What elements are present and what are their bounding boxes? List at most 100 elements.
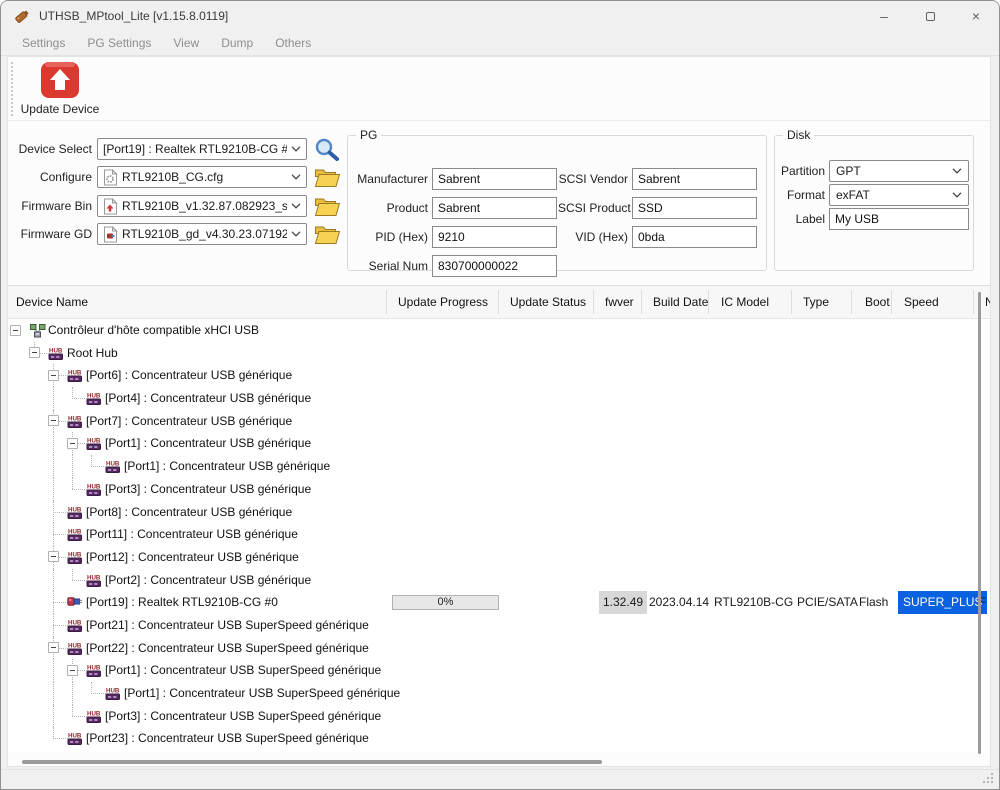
hub-icon: HUB [105, 459, 122, 474]
field-partition: PartitionGPT [775, 160, 969, 182]
firmware-gd-value: RTL9210B_gd_v4.30.23.071922.bin [122, 227, 287, 241]
pid-hex-input[interactable] [432, 226, 557, 248]
hub-icon: HUB [86, 709, 103, 724]
resize-grip-icon[interactable] [981, 771, 995, 788]
close-button[interactable]: × [953, 1, 999, 31]
cell-ic-model: RTL9210B-CG [714, 591, 793, 614]
tree-row[interactable]: HUB[Port8] : Concentrateur USB générique [8, 501, 990, 524]
column-header-speed[interactable]: Speed [904, 286, 939, 318]
scsi-vendor-input[interactable] [632, 168, 757, 190]
search-device-button[interactable] [314, 137, 341, 162]
tree-row-device[interactable]: [Port19] : Realtek RTL9210B-CG #00%1.32.… [8, 591, 990, 614]
column-separator[interactable] [593, 290, 594, 314]
tree-node-label: [Port19] : Realtek RTL9210B-CG #0 [86, 591, 278, 614]
column-header-n[interactable]: N [985, 286, 990, 318]
menu-item-others[interactable]: Others [264, 36, 322, 50]
column-header-fwver[interactable]: fwver [605, 286, 634, 318]
tree-row[interactable]: HUB[Port3] : Concentrateur USB SuperSpee… [8, 705, 990, 728]
tree-collapse-toggle[interactable] [29, 347, 40, 358]
pg-group-title: PG [356, 128, 381, 142]
column-header-device-name[interactable]: Device Name [16, 286, 88, 318]
partition-dropdown[interactable]: GPT [829, 160, 969, 182]
tree-row[interactable]: HUB[Port1] : Concentrateur USB générique [8, 455, 990, 478]
tree-connector [72, 716, 87, 717]
tree-row[interactable]: HUB[Port12] : Concentrateur USB génériqu… [8, 546, 990, 569]
device-select-dropdown[interactable]: [Port19] : Realtek RTL9210B-CG #0 [97, 138, 307, 160]
update-device-button[interactable]: Update Device [20, 60, 100, 120]
firmware-file-icon [103, 198, 118, 215]
firmware-gd-dropdown[interactable]: RTL9210B_gd_v4.30.23.071922.bin [97, 223, 307, 245]
tree-connector [53, 602, 68, 603]
tree-row[interactable]: HUB[Port1] : Concentrateur USB générique [8, 432, 990, 455]
hub-icon: HUB [105, 686, 122, 701]
tree-row[interactable]: HUB[Port2] : Concentrateur USB générique [8, 569, 990, 592]
svg-text:HUB: HUB [106, 461, 120, 468]
tree-collapse-toggle[interactable] [48, 642, 59, 653]
manufacturer-input[interactable] [432, 168, 557, 190]
tree-row[interactable]: HUB[Port7] : Concentrateur USB générique [8, 410, 990, 433]
maximize-button[interactable] [907, 1, 953, 31]
tree-collapse-toggle[interactable] [10, 325, 21, 336]
column-header-boot[interactable]: Boot [865, 286, 890, 318]
tree-connector [53, 512, 68, 513]
format-dropdown[interactable]: exFAT [829, 184, 969, 206]
tree-row[interactable]: HUB[Port1] : Concentrateur USB SuperSpee… [8, 682, 990, 705]
tree-connector [53, 387, 54, 410]
configure-browse-button[interactable] [314, 167, 341, 188]
tree-row[interactable]: HUB[Port1] : Concentrateur USB SuperSpee… [8, 659, 990, 682]
vid-hex-input[interactable] [632, 226, 757, 248]
tree-row[interactable]: HUB[Port3] : Concentrateur USB générique [8, 478, 990, 501]
menu-item-view[interactable]: View [162, 36, 210, 50]
menu-item-dump[interactable]: Dump [210, 36, 264, 50]
column-header-update-progress[interactable]: Update Progress [398, 286, 488, 318]
column-separator[interactable] [708, 290, 709, 314]
tree-collapse-toggle[interactable] [48, 551, 59, 562]
tree-row[interactable]: HUBRoot Hub [8, 342, 990, 365]
tree-connector [91, 466, 106, 467]
column-header-update-status[interactable]: Update Status [510, 286, 586, 318]
horizontal-scrollbar[interactable] [22, 760, 602, 764]
firmware-bin-label: Firmware Bin [8, 199, 92, 213]
column-separator[interactable] [791, 290, 792, 314]
column-separator[interactable] [641, 290, 642, 314]
device-select-value: [Port19] : Realtek RTL9210B-CG #0 [103, 142, 287, 156]
firmware-bin-browse-button[interactable] [314, 196, 341, 217]
svg-text:HUB: HUB [87, 710, 101, 717]
column-separator[interactable] [891, 290, 892, 314]
column-separator[interactable] [851, 290, 852, 314]
tree-row[interactable]: HUB[Port22] : Concentrateur USB SuperSpe… [8, 637, 990, 660]
form-row-firmware-gd: Firmware GDRTL9210B_gd_v4.30.23.071922.b… [8, 223, 341, 245]
column-header-build-date[interactable]: Build Date [653, 286, 708, 318]
vertical-scrollbar[interactable] [978, 292, 981, 754]
tree-collapse-toggle[interactable] [67, 438, 78, 449]
tree-connector [53, 659, 54, 682]
tree-collapse-toggle[interactable] [48, 415, 59, 426]
tree-row[interactable]: HUB[Port23] : Concentrateur USB SuperSpe… [8, 727, 990, 750]
tree-row[interactable]: HUB[Port6] : Concentrateur USB générique [8, 364, 990, 387]
tree-collapse-toggle[interactable] [48, 370, 59, 381]
chevron-down-icon [952, 192, 962, 198]
product-input[interactable] [432, 197, 557, 219]
scsi-product-input[interactable] [632, 197, 757, 219]
menu-item-settings[interactable]: Settings [11, 36, 76, 50]
column-separator[interactable] [386, 290, 387, 314]
column-header-type[interactable]: Type [803, 286, 829, 318]
tree-connector [53, 738, 68, 739]
tree-row[interactable]: HUB[Port11] : Concentrateur USB génériqu… [8, 523, 990, 546]
field-scsi-vendor: SCSI Vendor [558, 168, 757, 190]
configure-dropdown[interactable]: RTL9210B_CG.cfg [97, 166, 307, 188]
column-separator[interactable] [973, 290, 974, 314]
column-header-ic-model[interactable]: IC Model [721, 286, 769, 318]
column-separator[interactable] [498, 290, 499, 314]
menu-item-pg-settings[interactable]: PG Settings [76, 36, 162, 50]
tree-row[interactable]: HUB[Port21] : Concentrateur USB SuperSpe… [8, 614, 990, 637]
label-input[interactable] [829, 208, 969, 230]
field-format: FormatexFAT [775, 184, 969, 206]
minimize-button[interactable]: – [861, 1, 907, 31]
tree-row[interactable]: HUB[Port4] : Concentrateur USB générique [8, 387, 990, 410]
firmware-gd-browse-button[interactable] [314, 224, 341, 245]
tree-row[interactable]: Contrôleur d'hôte compatible xHCI USB [8, 319, 990, 342]
serial-num-input[interactable] [432, 255, 557, 277]
tree-collapse-toggle[interactable] [67, 665, 78, 676]
firmware-bin-dropdown[interactable]: RTL9210B_v1.32.87.082923_signed. [97, 195, 307, 217]
